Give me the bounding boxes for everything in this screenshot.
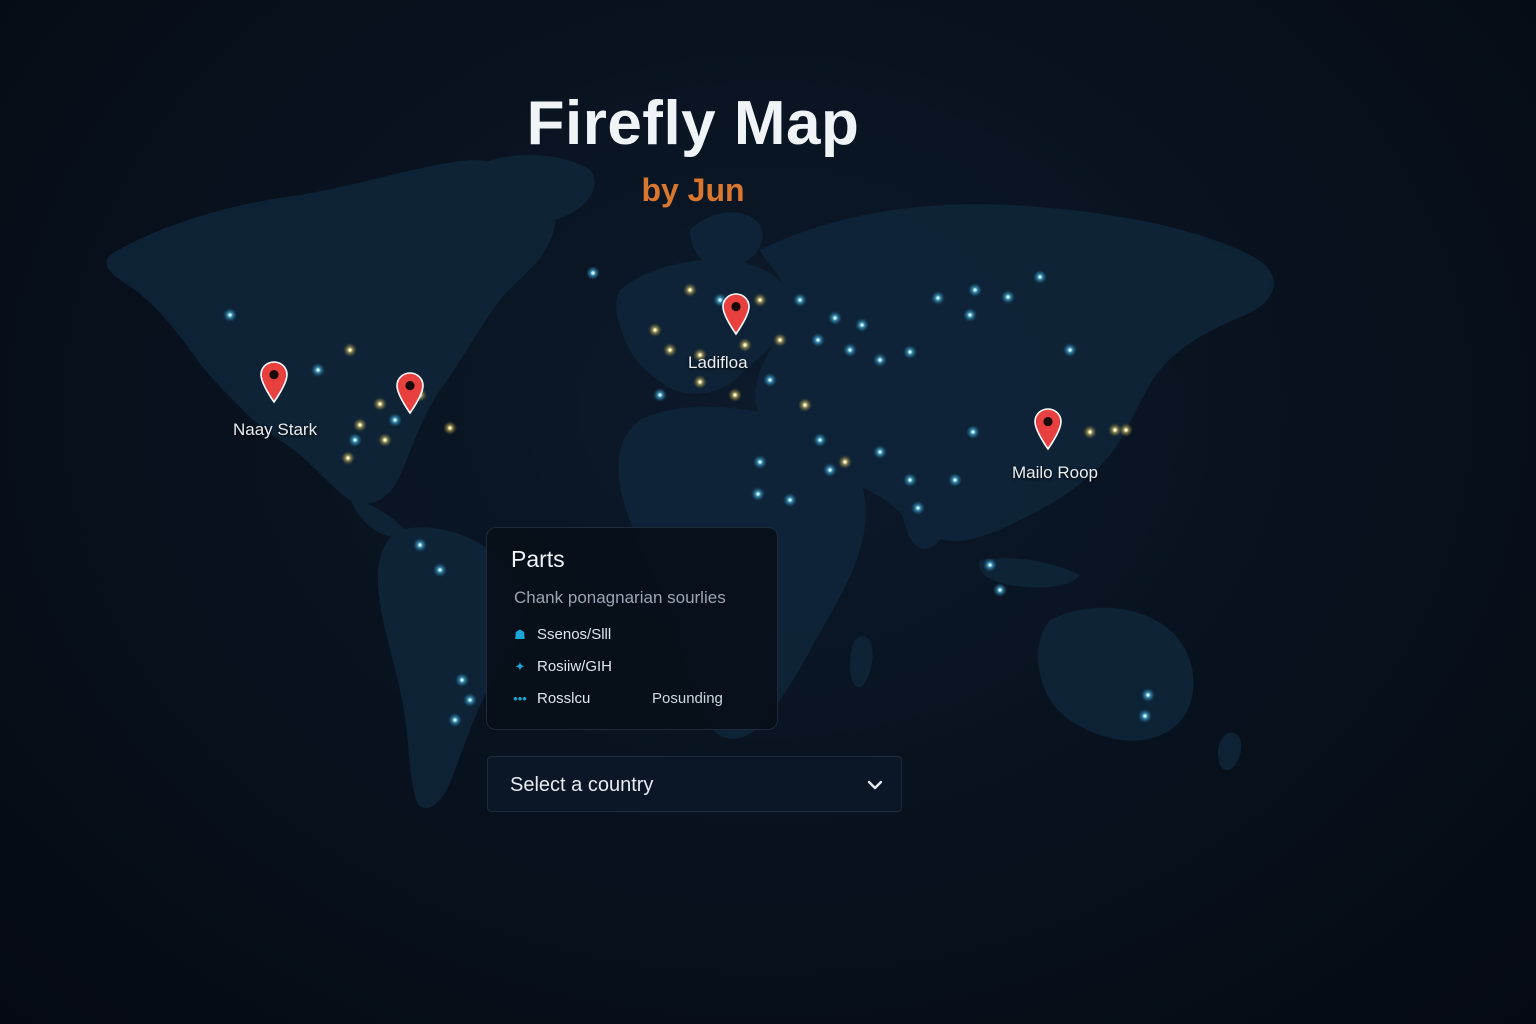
panel-item[interactable]: ••• Rosslcu — [513, 690, 590, 707]
city-light — [878, 450, 882, 454]
city-light — [803, 403, 807, 407]
city-light — [653, 328, 657, 332]
map-pin-hole — [269, 370, 279, 380]
panel-item[interactable]: ☗ Ssenos/Slll — [513, 626, 611, 643]
city-light — [768, 378, 772, 382]
city-light — [453, 718, 457, 722]
city-light — [1038, 275, 1042, 279]
city-light — [936, 296, 940, 300]
city-light — [418, 543, 422, 547]
city-light — [228, 313, 232, 317]
city-light — [778, 338, 782, 342]
marker-label-ladifloa: Ladifloa — [688, 353, 748, 372]
city-light — [1124, 428, 1128, 432]
city-light — [860, 323, 864, 327]
city-light — [988, 563, 992, 567]
city-light — [460, 678, 464, 682]
city-light — [908, 478, 912, 482]
bookmark-icon: ☗ — [514, 627, 526, 642]
continent-australia — [1038, 607, 1194, 741]
city-light — [438, 568, 442, 572]
panel-item-label: Rosslcu — [537, 690, 591, 707]
marker-label-naay-stark: Naay Stark — [233, 420, 318, 439]
city-light — [316, 368, 320, 372]
city-light — [788, 498, 792, 502]
panel-description: Chank ponagnarian sourlies — [514, 588, 726, 607]
city-light — [348, 348, 352, 352]
city-light — [878, 358, 882, 362]
city-light — [973, 288, 977, 292]
chevron-down-icon — [867, 780, 883, 790]
city-light — [1006, 295, 1010, 299]
city-light — [698, 380, 702, 384]
city-light — [816, 338, 820, 342]
page-title: Firefly Map — [526, 89, 860, 158]
continent-new-zealand — [1217, 732, 1242, 771]
city-light — [1113, 428, 1117, 432]
city-light — [916, 506, 920, 510]
city-light — [758, 460, 762, 464]
dots-icon: ••• — [513, 691, 527, 706]
city-light — [848, 348, 852, 352]
city-light — [658, 393, 662, 397]
city-light — [668, 348, 672, 352]
city-light — [688, 288, 692, 292]
city-light — [353, 438, 357, 442]
twitter-icon: ✦ — [514, 659, 526, 674]
city-light — [968, 313, 972, 317]
country-select[interactable]: Select a country — [487, 756, 902, 812]
city-light — [756, 492, 760, 496]
panel-item-label: Ssenos/Slll — [537, 626, 612, 643]
city-light — [743, 343, 747, 347]
city-light — [908, 350, 912, 354]
page-subtitle: by Jun — [641, 172, 745, 208]
city-light — [718, 298, 722, 302]
city-light — [798, 298, 802, 302]
city-light — [733, 393, 737, 397]
city-light — [998, 588, 1002, 592]
city-light — [346, 456, 350, 460]
city-light — [833, 316, 837, 320]
city-light — [591, 271, 595, 275]
city-light — [953, 478, 957, 482]
city-light — [448, 426, 452, 430]
map-pin-hole — [405, 381, 415, 391]
country-select-placeholder: Select a country — [510, 774, 654, 796]
map-pin-hole — [731, 302, 741, 312]
continent-scandinavia — [690, 212, 763, 269]
city-light — [1143, 714, 1147, 718]
city-light — [1088, 430, 1092, 434]
map-pin-hole — [1043, 417, 1053, 427]
marker-label-mailo-roop: Mailo Roop — [1012, 463, 1098, 482]
city-light — [818, 438, 822, 442]
city-light — [393, 418, 397, 422]
city-light — [378, 402, 382, 406]
continent-central-america — [350, 495, 405, 537]
city-light — [971, 430, 975, 434]
city-light — [1068, 348, 1072, 352]
parts-panel: Parts Chank ponagnarian sourlies ☗ Ssenos… — [486, 527, 778, 730]
continent-madagascar — [849, 636, 873, 688]
panel-item-value: Posunding — [652, 690, 723, 707]
city-light — [758, 298, 762, 302]
city-light — [358, 423, 362, 427]
panel-item[interactable]: ✦ Rosiiw/GIH — [513, 658, 612, 675]
city-light — [1146, 693, 1150, 697]
panel-title: Parts — [511, 546, 565, 572]
city-light — [843, 460, 847, 464]
city-light — [383, 438, 387, 442]
city-light — [468, 698, 472, 702]
city-light — [828, 468, 832, 472]
panel-item-label: Rosiiw/GIH — [537, 658, 613, 675]
